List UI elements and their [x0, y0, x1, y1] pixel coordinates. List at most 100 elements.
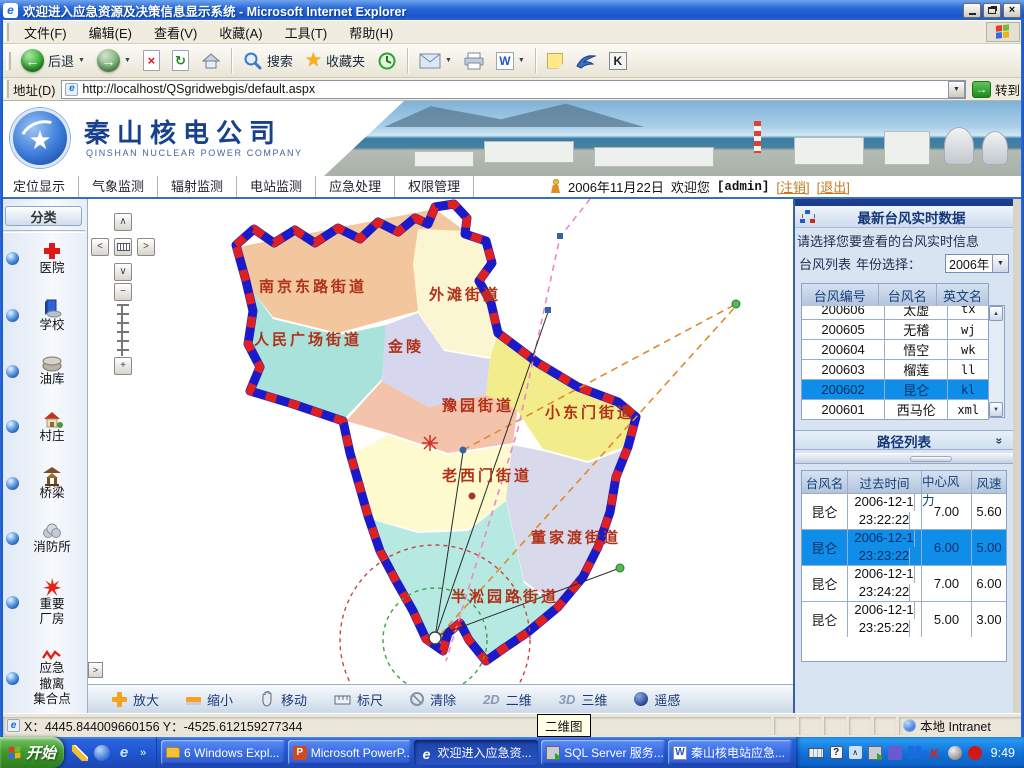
layer-toggle-icon[interactable]	[6, 365, 19, 378]
panel-splitter[interactable]	[795, 453, 1013, 464]
forward-dropdown-icon[interactable]: ▼	[124, 57, 131, 64]
menu-favorites[interactable]: 收藏(A)	[208, 23, 273, 42]
task-powerpoint[interactable]: P Microsoft PowerP...	[288, 740, 412, 765]
print-button[interactable]	[458, 46, 490, 76]
close-button[interactable]: ×	[1003, 3, 1021, 18]
back-dropdown-icon[interactable]: ▼	[78, 57, 85, 64]
pan-left-button[interactable]: <	[91, 238, 109, 256]
quicklaunch-pen-icon[interactable]	[72, 745, 88, 761]
menu-edit[interactable]: 编辑(E)	[78, 23, 143, 42]
zoom-in-tool[interactable]: 放大	[112, 690, 159, 709]
refresh-button[interactable]: ↻	[166, 46, 195, 76]
quicklaunch-ie-icon[interactable]: e	[116, 745, 132, 761]
epicenter-marker[interactable]	[429, 632, 441, 644]
view-2d-tool[interactable]: 2D二维	[483, 690, 532, 709]
edit-word-button[interactable]: W ▼	[490, 46, 531, 76]
keyboard-layout-icon[interactable]	[808, 748, 824, 758]
sidebar-header[interactable]: 分类	[5, 206, 82, 226]
layer-toggle-icon[interactable]	[6, 252, 19, 265]
tab-emergency-handling[interactable]: 应急处理	[316, 176, 395, 197]
home-button[interactable]	[195, 46, 227, 76]
tray-sql-icon[interactable]	[868, 746, 882, 760]
table-row[interactable]: 200604 悟空 wk	[802, 339, 988, 359]
quicklaunch-msn-icon[interactable]	[94, 745, 110, 761]
sidebar-item-hospital[interactable]: 医院	[2, 241, 85, 277]
tray-sphere-icon[interactable]	[948, 746, 962, 760]
back-button[interactable]: ← 后退 ▼	[15, 46, 91, 76]
address-input[interactable]: e http://localhost/QSgridwebgis/default.…	[61, 80, 966, 99]
map-marker-blue[interactable]	[460, 447, 467, 454]
zoom-in-step-button[interactable]: +	[114, 357, 132, 375]
edit-dropdown-icon[interactable]: ▼	[518, 57, 525, 64]
tab-permission-management[interactable]: 权限管理	[395, 176, 474, 197]
scroll-down-button[interactable]: ▼	[989, 402, 1003, 417]
sidebar-item-evacuation-point[interactable]: 应急 撤离 集合点	[2, 649, 85, 708]
pan-down-button[interactable]: ∨	[114, 263, 132, 281]
hide-icons-chevron[interactable]: ∧	[849, 746, 862, 759]
tab-station-monitor[interactable]: 电站监测	[237, 176, 316, 197]
clear-tool[interactable]: 清除	[410, 690, 456, 709]
map-marker-green[interactable]	[732, 300, 740, 308]
sidebar-item-village[interactable]: 村庄	[2, 409, 85, 445]
favorites-button[interactable]: ★ 收藏夹	[299, 46, 371, 76]
go-button[interactable]: → 转到	[972, 80, 1020, 99]
pan-tool[interactable]: 移动	[260, 690, 307, 709]
menu-grip[interactable]	[4, 23, 9, 41]
history-button[interactable]	[371, 46, 403, 76]
toolbar-grip[interactable]	[6, 52, 11, 70]
layer-toggle-icon[interactable]	[6, 309, 19, 322]
map-canvas[interactable]	[88, 199, 793, 684]
quicklaunch-overflow-icon[interactable]: »	[138, 745, 148, 761]
scroll-up-button[interactable]: ▲	[989, 306, 1003, 321]
table-row[interactable]: 昆仑 2006-12-123:22:22 7.00 5.60	[802, 493, 1006, 529]
task-ie-active[interactable]: e 欢迎进入应急资...	[414, 740, 538, 765]
layer-toggle-icon[interactable]	[6, 477, 19, 490]
menu-view[interactable]: 查看(V)	[143, 23, 208, 42]
task-word-doc[interactable]: W 秦山核电站应急...	[668, 740, 792, 765]
start-button[interactable]: 开始	[0, 737, 64, 768]
layer-toggle-icon[interactable]	[6, 420, 19, 433]
table-scrollbar[interactable]: ▲ ▼	[989, 305, 1005, 418]
pan-center-button[interactable]	[114, 238, 132, 256]
splitter-grip[interactable]	[910, 456, 952, 462]
forward-button[interactable]: → ▼	[91, 46, 137, 76]
tray-grid-icon[interactable]	[908, 746, 922, 760]
ruler-tool[interactable]: 标尺	[334, 690, 383, 709]
map-region[interactable]: 南京东路街道 外滩街道 人民广场街道 金陵 豫园街道 小东门街道 老西门街道 董…	[88, 199, 793, 713]
logout-link[interactable]: [注销]	[776, 177, 809, 196]
table-row-selected[interactable]: 200602 昆仑 kl	[802, 379, 988, 399]
address-grip[interactable]	[4, 80, 9, 98]
view-3d-tool[interactable]: 3D三维	[559, 690, 608, 709]
map-marker-blue-square[interactable]	[557, 233, 563, 239]
pan-up-button[interactable]: ∧	[114, 213, 132, 231]
table-row[interactable]: 200601 西马伦 xml	[802, 399, 988, 419]
map-marker-blue-square[interactable]	[545, 307, 551, 313]
bird-tool-button[interactable]	[569, 46, 603, 76]
map-marker-red[interactable]	[469, 493, 476, 500]
discuss-button[interactable]	[541, 46, 569, 76]
sidebar-item-bridge[interactable]: 桥梁	[2, 466, 85, 502]
tray-clock[interactable]: 9:49	[991, 746, 1015, 760]
table-row[interactable]: 200603 榴莲 ll	[802, 359, 988, 379]
tray-kaspersky-icon[interactable]: K	[928, 746, 942, 760]
remote-sensing-tool[interactable]: 遥感	[634, 690, 680, 709]
restore-button[interactable]	[983, 3, 1001, 18]
menu-file[interactable]: 文件(F)	[13, 23, 78, 42]
menu-help[interactable]: 帮助(H)	[338, 23, 404, 42]
table-row-selected[interactable]: 昆仑 2006-12-123:23:22 6.00 5.00	[802, 529, 1006, 565]
search-button[interactable]: 搜索	[237, 46, 299, 76]
sidebar-item-important-plant[interactable]: 重要 厂房	[2, 577, 85, 628]
expand-chevron-icon[interactable]: »	[993, 438, 1007, 445]
table-row[interactable]: 昆仑 2006-12-123:24:22 7.00 6.00	[802, 565, 1006, 601]
layer-toggle-icon[interactable]	[6, 532, 19, 545]
mail-button[interactable]: ▼	[413, 46, 458, 76]
tab-weather-monitor[interactable]: 气象监测	[79, 176, 158, 197]
sidebar-item-oil-depot[interactable]: 油库	[2, 354, 85, 388]
address-dropdown-button[interactable]: ▼	[948, 81, 965, 98]
sidebar-item-fire-station[interactable]: 消防所	[2, 522, 85, 556]
sidebar-collapse-button[interactable]: >	[88, 662, 103, 678]
table-row[interactable]: 昆仑 2006-12-123:25:22 5.00 3.00	[802, 601, 1006, 637]
map-marker-green[interactable]	[616, 564, 624, 572]
year-select[interactable]: 2006年 ▼	[945, 254, 1009, 273]
tab-radiation-monitor[interactable]: 辐射监测	[158, 176, 237, 197]
